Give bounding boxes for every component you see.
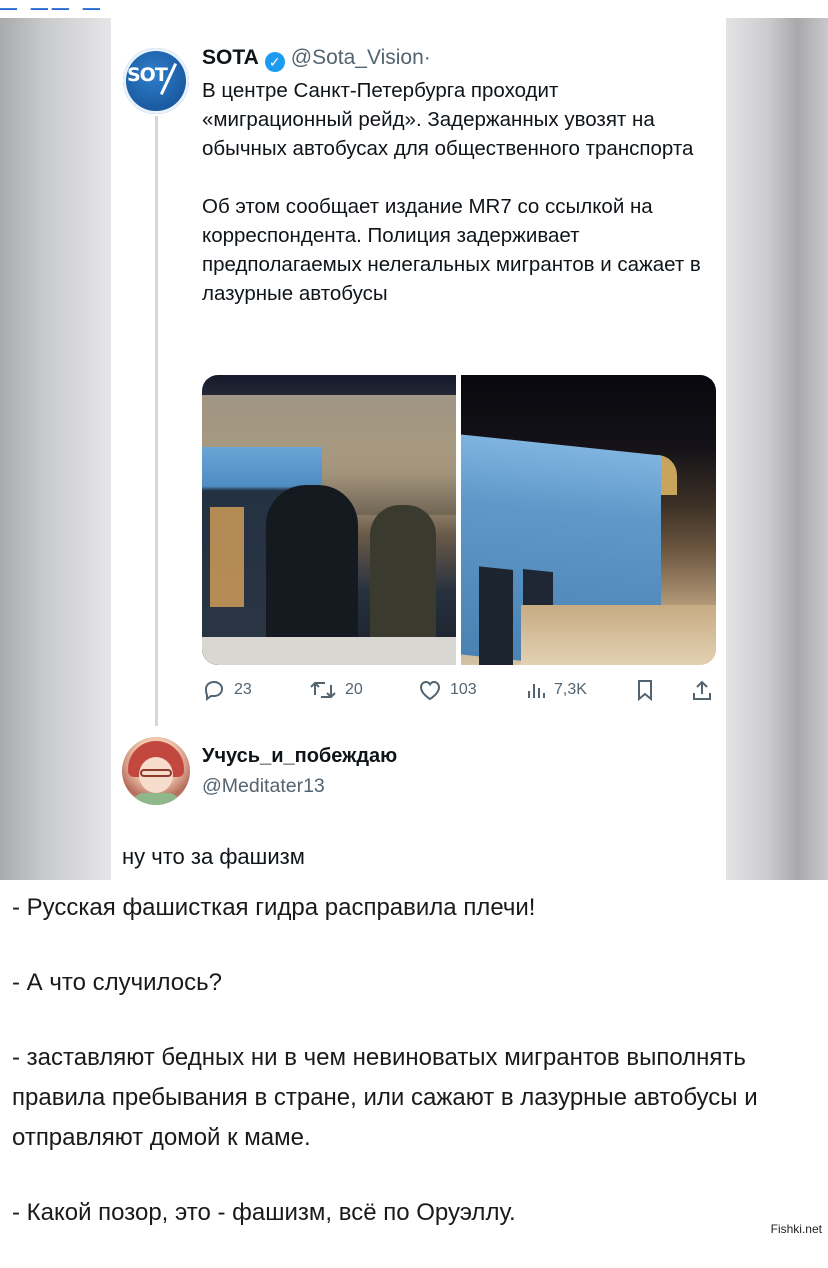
repost-count: 20	[345, 681, 363, 698]
bookmark-button[interactable]	[636, 676, 654, 704]
post-paragraph-2: Об этом сообщает издание MR7 со ссылкой …	[202, 195, 701, 305]
like-count: 103	[450, 681, 477, 698]
watermark: Fishki.net	[770, 1222, 822, 1236]
reply-author-name[interactable]: Учусь_и_побеждаю	[202, 745, 397, 768]
article-text: - Русская фашисткая гидра расправила пле…	[12, 888, 818, 1268]
reply-icon	[204, 680, 224, 701]
views-count: 7,3K	[554, 681, 587, 698]
post-paragraph-1: В центре Санкт-Петербурга проходит «мигр…	[202, 79, 694, 160]
reply-text: ну что за фашизм	[122, 844, 305, 869]
article-line-3: - заставляют бедных ни в чем невиноватых…	[12, 1044, 758, 1151]
like-button[interactable]: 103	[418, 676, 477, 704]
like-icon	[419, 680, 441, 701]
reply-author-avatar[interactable]	[122, 737, 190, 805]
reply-author-handle[interactable]: @Meditater13	[202, 775, 325, 798]
post-author-name[interactable]: SOTA	[202, 46, 259, 69]
share-button[interactable]	[692, 676, 712, 704]
screenshot-left-edge	[0, 18, 111, 880]
reply-button[interactable]: 23	[202, 676, 252, 704]
post-body: В центре Санкт-Петербурга проходит «мигр…	[202, 76, 712, 337]
sota-avatar[interactable]: SOT	[123, 48, 189, 114]
article-line-2: - А что случилось?	[12, 969, 222, 996]
bookmark-icon	[638, 680, 652, 701]
views-button[interactable]: 7,3K	[526, 676, 587, 704]
article-line-1: - Русская фашисткая гидра расправила пле…	[12, 894, 536, 921]
screenshot-right-edge	[726, 18, 828, 880]
photo-blue-bus-night[interactable]	[461, 375, 716, 665]
cut-off-header: ▁ ▁▁ ▁	[0, 0, 828, 10]
post-actions-bar: 23 20 103 7,3K	[202, 676, 716, 704]
post-header: SOTA ✓ @Sota_Vision·	[202, 46, 431, 72]
post-author-handle[interactable]: @Sota_Vision	[291, 46, 424, 69]
photo-police-near-bus[interactable]	[202, 375, 456, 665]
repost-button[interactable]: 20	[309, 676, 363, 704]
reply-count: 23	[234, 681, 252, 698]
post-media	[202, 375, 716, 665]
tweet-screenshot: SOT SOTA ✓ @Sota_Vision· В центре Санкт-Пе…	[0, 18, 828, 880]
repost-icon	[310, 681, 336, 699]
share-icon	[693, 680, 711, 700]
header-separator: ·	[423, 46, 431, 69]
article-line-4: - Какой позор, это - фашизм, всё по Оруэ…	[12, 1199, 516, 1226]
views-icon	[528, 684, 545, 698]
thread-connector-line	[155, 116, 158, 726]
verified-badge-icon: ✓	[264, 52, 285, 72]
sota-logo-icon: SOT	[127, 64, 168, 86]
